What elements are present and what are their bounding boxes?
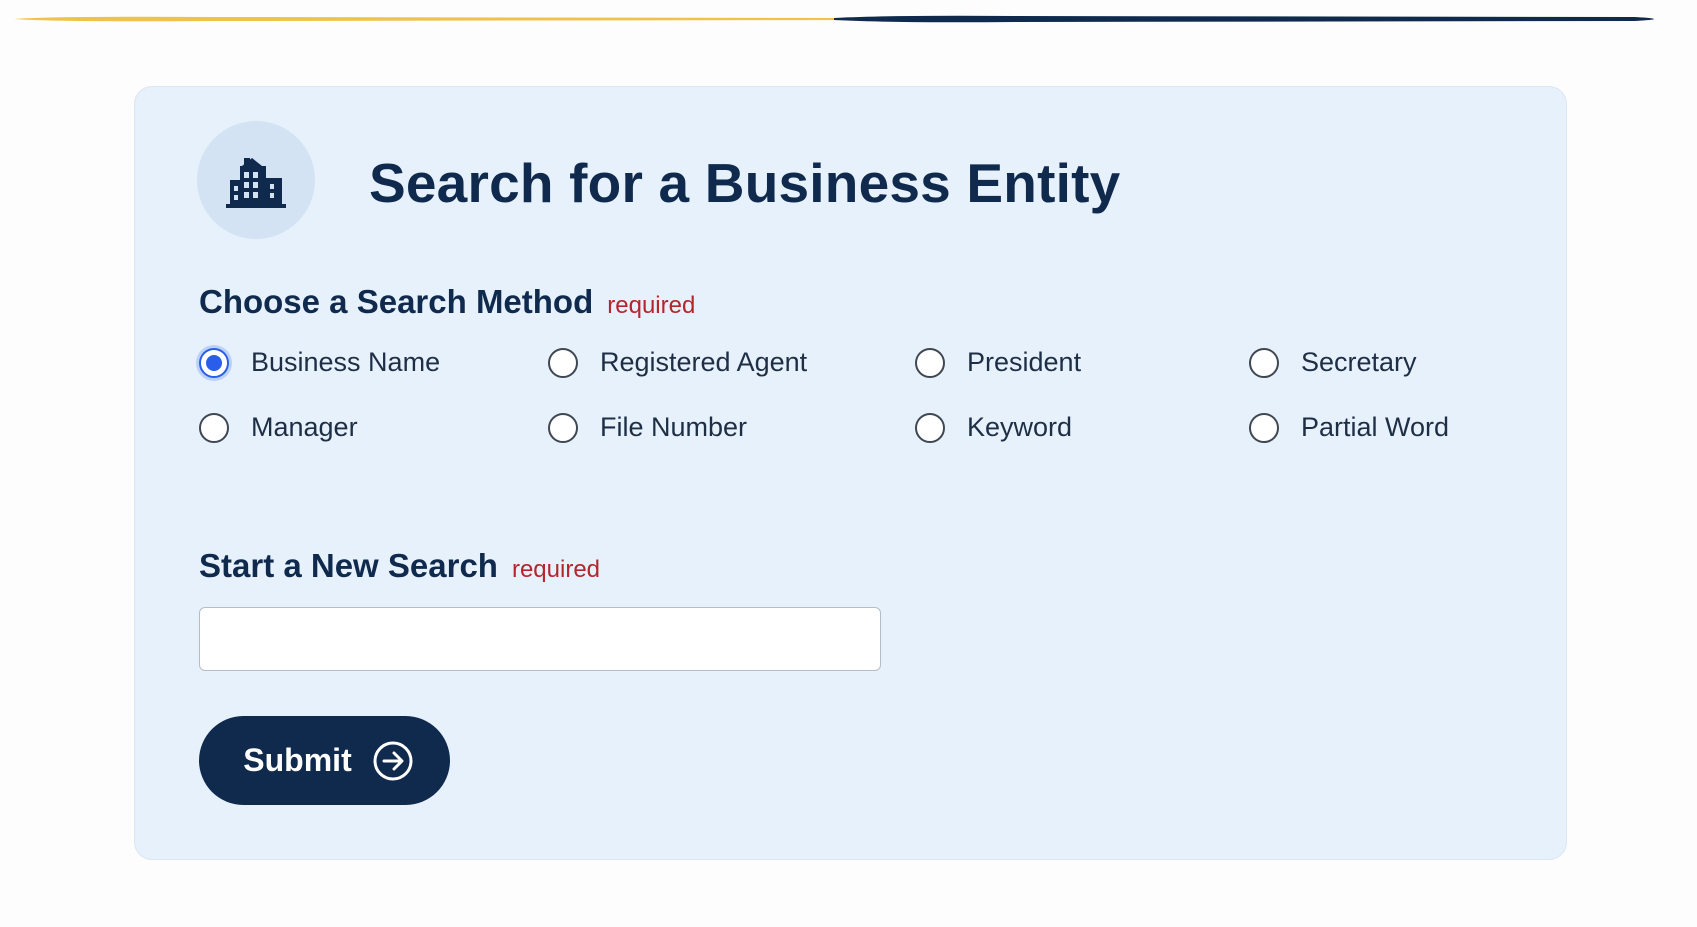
radio-option-file-number[interactable]: File Number (548, 412, 747, 443)
radio-option-business-name[interactable]: Business Name (199, 347, 440, 378)
radio-label-president: President (967, 347, 1082, 377)
radio-button-registered-agent[interactable] (548, 347, 578, 378)
radio-option-registered-agent[interactable]: Registered Agent (548, 347, 807, 378)
search-method-label: Choose a Search Method (199, 283, 594, 320)
search-card: Search for a Business Entity Choose a Se… (134, 86, 1567, 860)
new-search-heading: Start a New Search required (199, 547, 600, 585)
building-icon (226, 158, 286, 208)
submit-button[interactable]: Submit (199, 716, 450, 805)
radio-button-keyword[interactable] (915, 412, 945, 443)
radio-label-manager: Manager (251, 412, 358, 442)
radio-button-secretary[interactable] (1249, 347, 1279, 378)
radio-selected-dot (206, 354, 222, 371)
radio-option-president[interactable]: President (915, 347, 1081, 378)
radio-option-secretary[interactable]: Secretary (1249, 347, 1417, 378)
radio-label-file-number: File Number (600, 412, 748, 442)
search-method-required-indicator: required (607, 292, 696, 319)
radio-button-president[interactable] (915, 347, 945, 378)
arrow-right-circle-icon (373, 741, 413, 780)
radio-label-business-name: Business Name (251, 347, 441, 377)
radio-label-secretary: Secretary (1301, 347, 1417, 377)
page: Search for a Business Entity Choose a Se… (0, 0, 1697, 927)
radio-option-keyword[interactable]: Keyword (915, 412, 1072, 443)
search-input[interactable] (199, 607, 881, 671)
radio-option-manager[interactable]: Manager (199, 412, 358, 443)
new-search-required-indicator: required (511, 556, 601, 583)
radio-button-file-number[interactable] (548, 412, 578, 443)
page-title: Search for a Business Entity (369, 152, 1121, 214)
radio-label-partial-word: Partial Word (1301, 412, 1450, 442)
radio-button-manager[interactable] (199, 412, 229, 443)
new-search-label: Start a New Search (199, 547, 498, 584)
submit-label: Submit (243, 742, 352, 778)
radio-button-partial-word[interactable] (1249, 412, 1279, 443)
top-accent-stripe (14, 15, 1654, 23)
radio-button-business-name[interactable] (199, 347, 229, 378)
radio-label-keyword: Keyword (967, 412, 1073, 442)
radio-label-registered-agent: Registered Agent (600, 347, 808, 377)
search-method-heading: Choose a Search Method required (199, 283, 695, 321)
header-icon-badge (197, 121, 315, 239)
radio-option-partial-word[interactable]: Partial Word (1249, 412, 1449, 443)
